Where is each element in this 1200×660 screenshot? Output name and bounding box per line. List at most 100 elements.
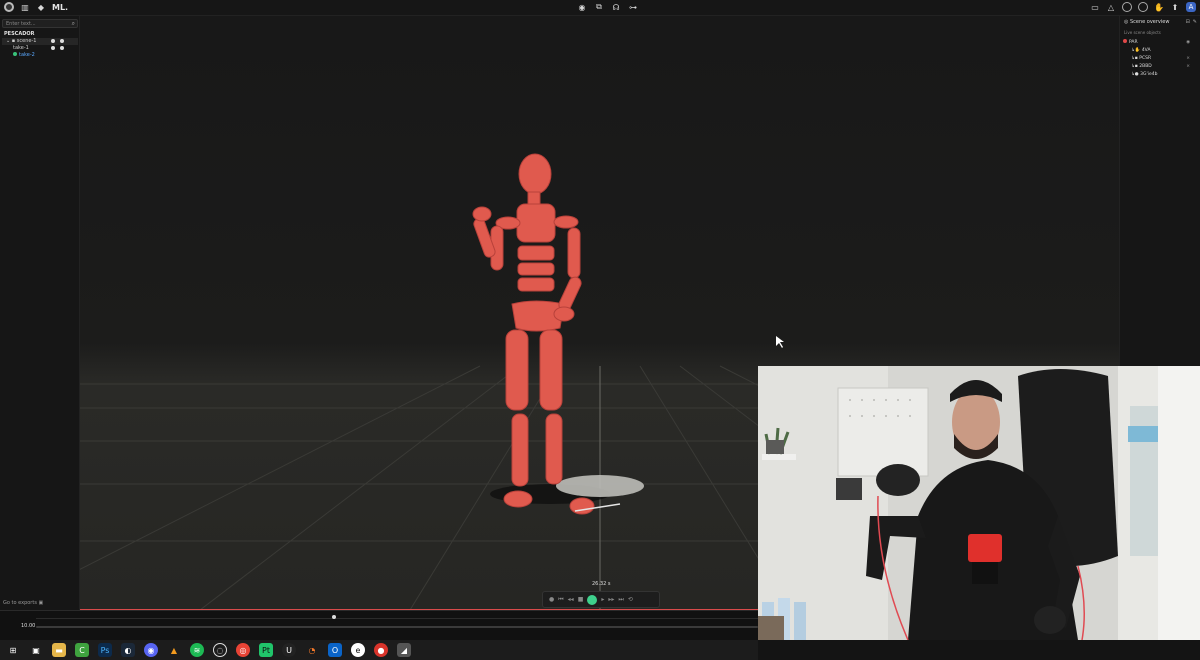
search-input[interactable]: Enter text... ⌕ [2,19,78,28]
windows-icon[interactable]: ⊞ [6,643,20,657]
globe-icon[interactable] [1138,2,1148,12]
playback-controls: ● ⏮ ◂◂ ■ ▸ ▸▸ ⏭ ⟲ [542,591,660,608]
scene-overview-panel: ◎ Scene overview ⊟ ✎ Live scene objects … [1119,16,1200,366]
chevron-down-icon[interactable]: ⌄ [6,38,10,44]
file-explorer-icon[interactable]: ▬ [52,643,66,657]
app-logo-icon[interactable] [4,2,14,12]
spotify-icon[interactable]: ≋ [190,643,204,657]
panel-subtitle: Live scene objects [1124,30,1161,35]
scene-label: scene-1 [16,38,37,44]
headset-icon[interactable]: ☊ [611,2,621,12]
sensor-icon: ↳▪ [1131,56,1138,61]
go-to-exports-link[interactable]: Go to exports ▣ [3,600,43,606]
project-panel: Enter text... ⌕ PESCADOR ⌄ ▪ scene-1 tak… [0,16,80,610]
app-e-icon[interactable]: e [351,643,365,657]
obs-icon[interactable]: ◌ [213,643,227,657]
take-label: take-1 [13,45,29,51]
object-item[interactable]: ↳✋ 4VA [1123,47,1198,55]
skip-start-button[interactable]: ⏮ [558,596,563,604]
pycharm-icon[interactable]: Pt [259,643,273,657]
layers-icon[interactable]: ◆ [36,2,46,12]
play-button[interactable] [587,594,598,605]
hand-icon: ↳✋ [1131,48,1141,53]
close-icon[interactable]: × [1186,55,1190,63]
mouse-cursor [776,336,784,348]
playhead-handle[interactable] [332,615,337,619]
menu-icon[interactable]: ▥ [20,2,30,12]
step-back-button[interactable]: ◂◂ [568,596,574,603]
go-to-exports-label: Go to exports [3,600,37,606]
object-label: 2BBD [1139,64,1152,69]
mic-icon[interactable] [51,39,55,43]
app-dark-icon[interactable]: ◢ [397,643,411,657]
visibility-icon[interactable] [60,46,64,50]
object-label: PCSR [1139,56,1152,61]
discord-icon[interactable]: ◉ [144,643,158,657]
blender-icon[interactable]: ◔ [305,643,319,657]
app-red-icon[interactable]: ● [374,643,388,657]
sensor-icon: ↳● [1131,72,1139,77]
panel-title-label: Scene overview [1129,19,1170,25]
search-placeholder: Enter text... [6,21,36,27]
mic-icon[interactable] [51,46,55,50]
object-label: 3G'ie4b [1140,72,1158,77]
project-tree: PESCADOR ⌄ ▪ scene-1 take-1 take-2 [2,31,78,59]
app-title: ML. [52,2,69,12]
tree-take[interactable]: take-1 [2,45,78,52]
visibility-icon[interactable] [60,39,64,43]
edit-icon[interactable]: ✎ [1193,19,1197,25]
skip-end-button[interactable]: ⏭ [618,596,623,604]
app-green-icon[interactable]: C [75,643,89,657]
object-item[interactable]: ↳● 3G'ie4b [1123,71,1198,79]
app-window: ▥ ◆ ML. ◉ ⧉ ☊ ⊶ ▭ △ ✋ ⬆ A Enter text... … [0,0,1200,660]
outlook-icon[interactable]: O [328,643,342,657]
timeline-track[interactable] [36,626,758,628]
webcam-image [758,366,1200,640]
glove-icon[interactable]: ✋ [1154,2,1164,12]
object-label: PAR [1129,40,1138,45]
timeline-ruler [36,618,758,619]
object-item[interactable]: ↳▪ PCSR × [1123,55,1198,63]
tree-group[interactable]: PESCADOR [2,31,78,38]
settings-icon[interactable] [1122,2,1132,12]
link-icon[interactable]: ⊶ [628,2,638,12]
tree-scene[interactable]: ⌄ ▪ scene-1 [2,38,78,45]
steam-icon[interactable]: ◐ [121,643,135,657]
timeline-progress [80,609,758,610]
vlc-icon[interactable]: ▲ [167,643,181,657]
record-button[interactable]: ● [549,596,554,603]
visibility-icon[interactable]: ◉ [1186,39,1190,47]
zoom-value[interactable]: 10.00 [21,623,35,629]
top-bar: ▥ ◆ ML. ◉ ⧉ ☊ ⊶ ▭ △ ✋ ⬆ A [0,0,1200,16]
group-label: PESCADOR [4,31,35,37]
close-icon[interactable]: × [1186,63,1190,71]
stop-button[interactable]: ■ [578,596,584,603]
step-forward-button[interactable]: ▸▸ [608,596,614,603]
actor-marker-icon [1123,39,1127,43]
active-dot-icon [13,52,17,56]
loop-button[interactable]: ⟲ [628,596,633,603]
window-icon[interactable]: ▭ [1090,2,1100,12]
user-avatar-icon[interactable]: A [1186,2,1196,12]
unreal-icon[interactable]: U [282,643,296,657]
object-root[interactable]: PAR ◉ [1123,39,1198,47]
alert-icon[interactable]: △ [1106,2,1116,12]
play-forward-button[interactable]: ▸ [601,596,604,603]
tree-take-active[interactable]: take-2 [2,52,78,59]
chrome-icon[interactable]: ◎ [236,643,250,657]
timeline[interactable]: 10.00 [0,609,758,640]
panel-title: ◎ Scene overview [1124,19,1170,25]
upload-icon[interactable]: ⬆ [1170,2,1180,12]
search-icon[interactable]: ⌕ [72,20,75,28]
object-item[interactable]: ↳▪ 2BBD × [1123,63,1198,71]
os-taskbar: ⊞ ▣ ▬ C Ps ◐ ◉ ▲ ≋ ◌ ◎ Pt U ◔ O e ● ◢ [0,640,758,660]
webcam-overlay [758,366,1200,640]
object-label: 4VA [1141,48,1151,53]
sensor-icon: ↳▪ [1131,64,1138,69]
record-icon[interactable]: ◉ [577,2,587,12]
photoshop-icon[interactable]: Ps [98,643,112,657]
filter-icon[interactable]: ⊟ [1186,19,1190,25]
timecode-label: 26.32 s [592,581,611,587]
split-icon[interactable]: ⧉ [594,2,604,12]
task-view-icon[interactable]: ▣ [29,643,43,657]
